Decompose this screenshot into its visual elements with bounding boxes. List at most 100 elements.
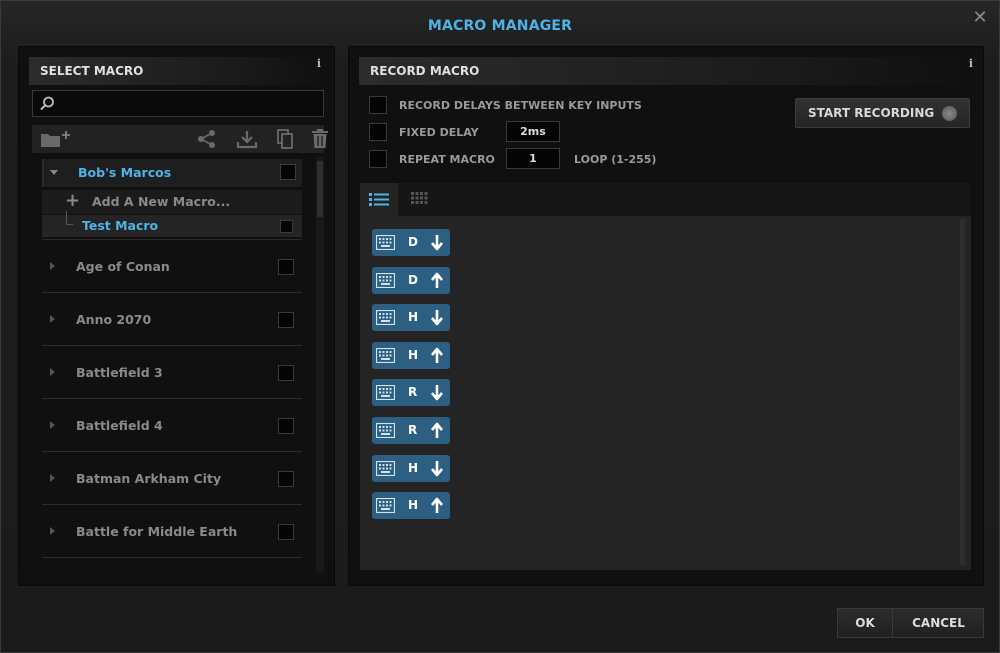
repeat-count-input[interactable]: 1	[506, 148, 560, 169]
game-checkbox[interactable]	[278, 365, 294, 381]
key-list-scrollbar[interactable]	[960, 219, 965, 565]
view-tabs	[360, 183, 971, 216]
game-label: Anno 2070	[76, 312, 152, 327]
arrow-up-icon	[430, 347, 444, 364]
keyboard-icon	[375, 498, 396, 514]
key-event-chip[interactable]: H	[372, 454, 450, 482]
group-checkbox[interactable]	[280, 164, 296, 180]
arrow-up-icon	[430, 422, 444, 439]
tree-connector	[66, 211, 73, 225]
download-icon[interactable]	[236, 129, 258, 149]
tree-group-game[interactable]: Age of Conan	[42, 239, 302, 291]
keyboard-icon	[375, 347, 396, 363]
tree-group-game[interactable]: Battle for Middle Earth	[42, 504, 302, 556]
keyboard-icon	[375, 234, 396, 251]
game-checkbox[interactable]	[278, 259, 294, 275]
chevron-right-icon[interactable]	[50, 421, 55, 429]
start-recording-label: START RECORDING	[808, 106, 935, 120]
macro-manager-window: MACRO MANAGER ✕ SELECT MACRO i Bob's Mar…	[0, 0, 1000, 653]
key-event-chip[interactable]: H	[372, 341, 450, 369]
arrow-down-icon	[430, 384, 444, 401]
key-event-chip[interactable]: H	[372, 304, 450, 332]
start-recording-button[interactable]: START RECORDING	[795, 98, 970, 128]
search-box	[32, 90, 324, 117]
keyboard-icon	[375, 272, 396, 288]
add-macro-label: Add A New Macro...	[92, 194, 231, 209]
record-delays-option[interactable]: RECORD DELAYS BETWEEN KEY INPUTS	[369, 96, 669, 116]
tree-scrollbar[interactable]	[316, 157, 324, 573]
chevron-down-icon[interactable]	[50, 170, 58, 175]
tab-grid-view[interactable]	[400, 183, 438, 216]
game-label: Battle for Middle Earth	[76, 524, 238, 539]
tree-group-game[interactable]: Batman Arkham City	[42, 451, 302, 503]
record-delays-checkbox[interactable]	[369, 96, 387, 114]
chevron-right-icon[interactable]	[50, 368, 55, 376]
record-delays-label: RECORD DELAYS BETWEEN KEY INPUTS	[399, 99, 642, 112]
repeat-macro-label: REPEAT MACRO	[399, 153, 495, 166]
keyboard-icon	[375, 460, 396, 476]
macro-item-test-macro[interactable]: Test Macro	[42, 211, 302, 237]
arrow-down-icon	[430, 460, 444, 477]
key-label: D	[408, 272, 418, 287]
new-folder-icon[interactable]	[40, 129, 72, 149]
arrow-up-icon	[430, 272, 444, 289]
tree-group-bobs-marcos[interactable]: Bob's Marcos	[42, 159, 302, 187]
select-macro-panel: SELECT MACRO i Bob's Marcos + Add A New …	[18, 46, 335, 586]
arrow-up-icon	[430, 497, 444, 514]
window-title: MACRO MANAGER	[427, 18, 573, 34]
key-event-chip[interactable]: D	[372, 229, 450, 256]
group-label: Bob's Marcos	[78, 165, 172, 180]
info-icon[interactable]: i	[966, 57, 976, 71]
chevron-right-icon[interactable]	[50, 315, 55, 323]
chevron-right-icon[interactable]	[50, 527, 55, 535]
key-event-chip[interactable]: D	[372, 266, 450, 294]
tree-group-game[interactable]: Battlefield 3	[42, 345, 302, 397]
record-macro-header: RECORD MACRO	[359, 57, 973, 85]
key-event-list: D D H H R R H H	[360, 216, 960, 566]
trash-icon[interactable]	[310, 129, 330, 149]
repeat-macro-option[interactable]: REPEAT MACRO	[369, 150, 519, 170]
game-label: Batman Arkham City	[76, 471, 222, 486]
tree-group-game[interactable]: Battlefield 4	[42, 398, 302, 450]
fixed-delay-label: FIXED DELAY	[399, 126, 479, 139]
arrow-down-icon	[430, 234, 444, 251]
search-input[interactable]	[59, 91, 319, 116]
key-event-chip[interactable]: R	[372, 417, 450, 444]
arrow-down-icon	[430, 309, 444, 326]
macro-tree: Bob's Marcos + Add A New Macro... Test M…	[32, 157, 316, 573]
macro-checkbox[interactable]	[280, 220, 293, 233]
chevron-right-icon[interactable]	[50, 474, 55, 482]
search-icon	[40, 96, 54, 111]
grid-view-icon	[411, 192, 428, 204]
list-view-icon	[369, 193, 389, 206]
tree-group-game[interactable]	[42, 557, 302, 573]
ok-button[interactable]: OK	[838, 609, 893, 637]
cancel-button[interactable]: CANCEL	[894, 609, 983, 637]
game-label: Battlefield 4	[76, 418, 163, 433]
keyboard-icon	[375, 310, 396, 326]
key-event-chip[interactable]: R	[372, 379, 450, 407]
game-checkbox[interactable]	[278, 471, 294, 487]
fixed-delay-input[interactable]: 2ms	[506, 121, 560, 142]
fixed-delay-checkbox[interactable]	[369, 123, 387, 141]
dialog-buttons: OK CANCEL	[837, 608, 984, 638]
repeat-macro-checkbox[interactable]	[369, 150, 387, 168]
select-macro-header: SELECT MACRO	[29, 57, 324, 85]
key-sequence-area: D D H H R R H H	[360, 183, 971, 570]
copy-icon[interactable]	[274, 129, 296, 149]
plus-icon: +	[65, 190, 81, 211]
key-label: H	[408, 498, 419, 513]
close-icon[interactable]: ✕	[971, 9, 989, 27]
game-checkbox[interactable]	[278, 418, 294, 434]
tree-group-game[interactable]: Anno 2070	[42, 292, 302, 344]
scrollbar-thumb[interactable]	[317, 161, 323, 217]
game-checkbox[interactable]	[278, 312, 294, 328]
key-event-chip[interactable]: H	[372, 492, 450, 520]
fixed-delay-option[interactable]: FIXED DELAY	[369, 123, 519, 143]
info-icon[interactable]: i	[314, 57, 324, 71]
share-icon[interactable]	[196, 129, 218, 149]
add-new-macro-button[interactable]: + Add A New Macro...	[42, 190, 302, 214]
chevron-right-icon[interactable]	[50, 262, 55, 270]
game-checkbox[interactable]	[278, 524, 294, 540]
tab-list-view[interactable]	[360, 183, 398, 216]
